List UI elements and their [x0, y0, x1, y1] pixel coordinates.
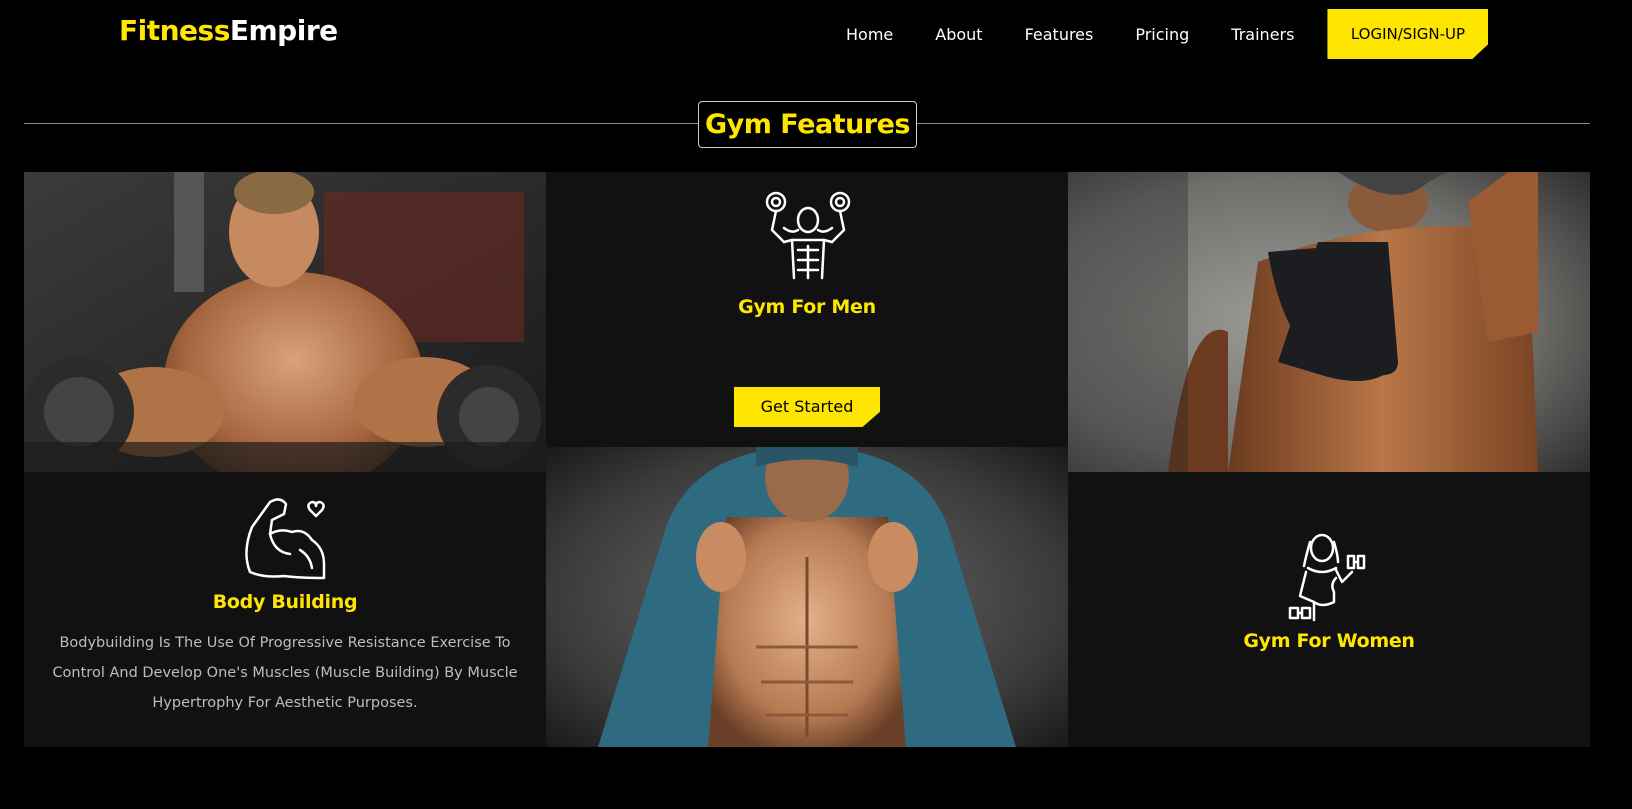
photo-man-hoodie — [546, 447, 1068, 747]
brand-part-2: Empire — [229, 14, 338, 47]
nav-home[interactable]: Home — [846, 25, 893, 44]
photo-man-hoodie-image — [546, 447, 1068, 747]
feature-description-body-building: Bodybuilding Is The Use Of Progressive R… — [52, 635, 518, 711]
nav-trainers[interactable]: Trainers — [1231, 25, 1294, 44]
photo-man-dumbbells-image — [24, 172, 546, 472]
photo-woman-fitness — [1068, 172, 1590, 472]
login-signup-button[interactable]: LOGIN/SIGN-UP — [1327, 9, 1489, 59]
feature-card-men: Gym For Men Get Started — [546, 172, 1068, 447]
nav-features[interactable]: Features — [1025, 25, 1094, 44]
feature-card-body-building: Body Building Bodybuilding Is The Use Of… — [24, 472, 546, 747]
feature-title-men: Gym For Men — [738, 296, 876, 318]
main-nav: Home About Features Pricing Trainers LOG… — [846, 9, 1489, 59]
bodybuilder-dumbbells-icon — [765, 191, 851, 280]
section-title: Gym Features — [698, 101, 917, 148]
woman-dumbbell-icon — [1288, 533, 1366, 622]
brand-part-1: Fitness — [119, 14, 230, 47]
nav-about[interactable]: About — [935, 25, 982, 44]
brand-logo[interactable]: FitnessEmpire — [119, 14, 338, 47]
feature-title-women: Gym For Women — [1243, 630, 1415, 652]
get-started-button[interactable]: Get Started — [734, 387, 880, 427]
photo-man-dumbbells — [24, 172, 546, 472]
feature-title-body-building: Body Building — [212, 591, 358, 613]
feature-card-women: Gym For Women — [1068, 472, 1590, 747]
site-header: FitnessEmpire Home About Features Pricin… — [0, 0, 1632, 70]
flexed-arm-heart-icon — [245, 498, 326, 580]
photo-woman-fitness-image — [1068, 172, 1590, 472]
nav-pricing[interactable]: Pricing — [1135, 25, 1189, 44]
